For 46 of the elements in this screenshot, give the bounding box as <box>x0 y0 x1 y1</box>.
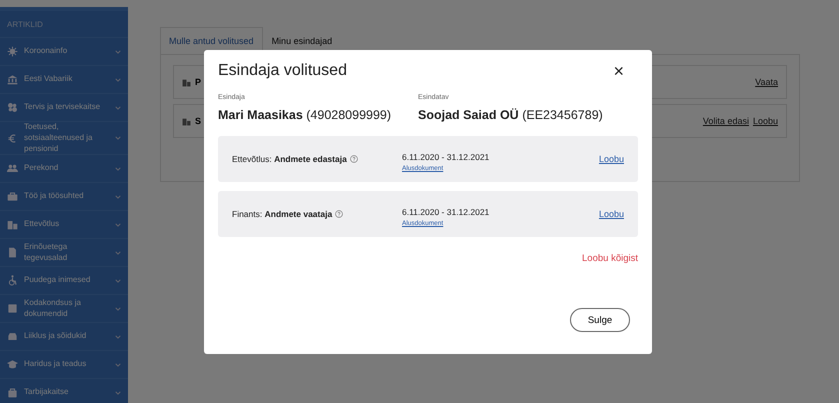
people-icon <box>7 163 18 174</box>
chevron-icon <box>115 194 121 199</box>
euro-icon <box>7 132 18 144</box>
chevron-icon <box>115 136 121 140</box>
card-link[interactable]: Loobu <box>752 116 778 126</box>
sidebar-heading: ARTIKLID <box>6 19 44 31</box>
chevron-icon <box>115 250 121 255</box>
cancel-link[interactable]: Loobu <box>598 154 624 164</box>
help-icon[interactable] <box>350 155 358 163</box>
card-title: P <box>195 77 202 87</box>
help-icon[interactable] <box>335 210 344 218</box>
card-link[interactable]: Vaata <box>755 77 778 87</box>
chevron-icon <box>115 166 121 171</box>
chevron-icon <box>115 306 121 311</box>
cancel-all-link[interactable]: Loobu kõigist <box>582 253 638 264</box>
document-icon <box>7 247 18 258</box>
card-link[interactable]: Volita edasi <box>702 116 749 126</box>
chevron-icon <box>115 390 121 395</box>
cap-icon <box>7 359 18 370</box>
chevron-icon <box>115 362 121 367</box>
health-icon <box>7 102 18 113</box>
building-icon <box>182 78 191 86</box>
wheelchair-icon <box>7 275 18 286</box>
mandate-role: Finants: Andmete vaataja <box>232 209 332 219</box>
chevron-icon <box>115 222 121 227</box>
briefcase-icon <box>7 191 18 202</box>
bank-icon <box>7 74 18 85</box>
tab[interactable]: Minu esindajad <box>262 27 342 54</box>
close-button[interactable]: Sulge <box>570 308 630 332</box>
bag-icon <box>7 387 18 398</box>
mandate-role: Ettevõtlus: Andmete edastaja <box>232 154 347 164</box>
party-name: Soojad Saiad OÜ (EE23456789) <box>418 108 604 122</box>
party-name: Mari Maasikas (49028099999) <box>218 108 392 122</box>
close-button[interactable]: × <box>613 62 624 80</box>
chevron-icon <box>115 106 121 110</box>
mandate-period: 6.11.2020 - 31.12.2021 <box>402 207 490 217</box>
chevron-icon <box>115 334 121 339</box>
building-icon <box>182 116 191 126</box>
modal-title: Esindaja volitused <box>218 62 347 80</box>
chevron-icon <box>115 78 121 82</box>
card-title: S <box>195 116 202 126</box>
chevron-icon <box>115 50 121 54</box>
mandate-period: 6.11.2020 - 31.12.2021 <box>402 152 490 162</box>
building-icon <box>7 219 18 230</box>
chevron-icon <box>115 278 121 283</box>
cancel-link[interactable]: Loobu <box>598 209 624 219</box>
